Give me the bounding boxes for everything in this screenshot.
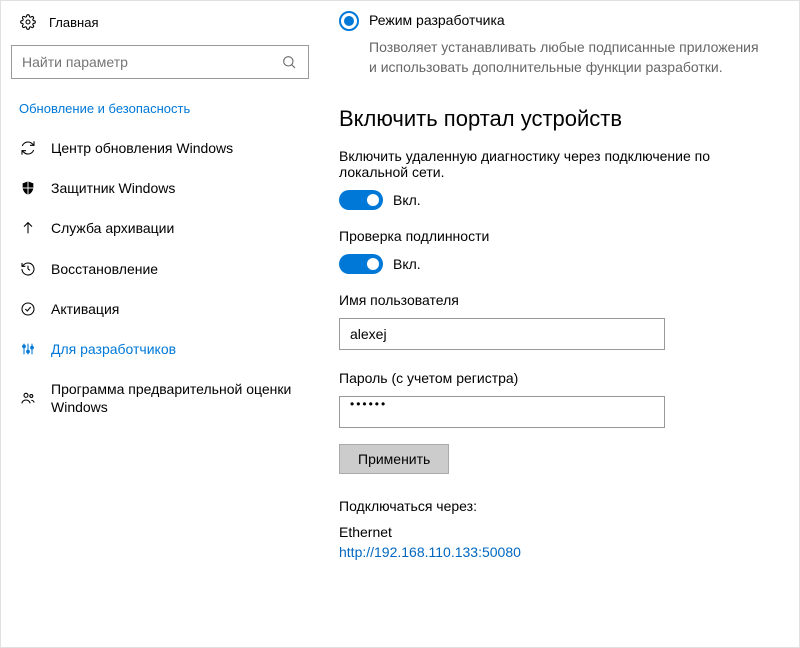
sidebar-item-label: Служба архивации xyxy=(51,219,174,237)
toggle-state-label: Вкл. xyxy=(393,192,421,208)
connection-url[interactable]: http://192.168.110.133:50080 xyxy=(339,544,767,560)
gear-icon xyxy=(19,13,37,31)
sidebar-item-label: Защитник Windows xyxy=(51,179,175,197)
search-box[interactable] xyxy=(11,45,309,79)
username-input[interactable] xyxy=(339,318,665,350)
arrow-up-icon xyxy=(19,219,37,237)
section-title: Обновление и безопасность xyxy=(19,101,309,116)
sidebar-item-label: Центр обновления Windows xyxy=(51,139,233,157)
sidebar-item-update[interactable]: Центр обновления Windows xyxy=(11,128,309,168)
apply-button[interactable]: Применить xyxy=(339,444,449,474)
history-icon xyxy=(19,260,37,278)
auth-toggle[interactable] xyxy=(339,254,383,274)
sidebar-item-insider[interactable]: Программа предварительной оценки Windows xyxy=(11,369,309,427)
username-label: Имя пользователя xyxy=(339,292,767,308)
sidebar-item-activation[interactable]: Активация xyxy=(11,289,309,329)
auth-label: Проверка подлинности xyxy=(339,228,767,244)
sidebar-item-developers[interactable]: Для разработчиков xyxy=(11,329,309,369)
sidebar-item-label: Восстановление xyxy=(51,260,158,278)
remote-diag-label: Включить удаленную диагностику через под… xyxy=(339,148,767,180)
sync-icon xyxy=(19,139,37,157)
content-pane: Режим разработчика Позволяет устанавлива… xyxy=(319,1,799,647)
password-label: Пароль (с учетом регистра) xyxy=(339,370,767,386)
sidebar-item-label: Для разработчиков xyxy=(51,340,176,358)
radio-label: Режим разработчика xyxy=(369,11,505,28)
connection-name: Ethernet xyxy=(339,524,767,540)
sidebar-item-defender[interactable]: Защитник Windows xyxy=(11,168,309,208)
sidebar-item-label: Активация xyxy=(51,300,119,318)
search-icon xyxy=(280,53,298,71)
search-input[interactable] xyxy=(22,54,280,70)
password-input[interactable]: •••••• xyxy=(339,396,665,428)
developer-mode-radio[interactable]: Режим разработчика xyxy=(339,11,767,31)
sidebar-item-backup[interactable]: Служба архивации xyxy=(11,208,309,248)
developer-icon xyxy=(19,340,37,358)
check-circle-icon xyxy=(19,300,37,318)
home-link[interactable]: Главная xyxy=(19,13,309,31)
sidebar-item-label: Программа предварительной оценки Windows xyxy=(51,380,301,416)
shield-icon xyxy=(19,179,37,197)
remote-diag-toggle[interactable] xyxy=(339,190,383,210)
settings-sidebar: Главная Обновление и безопасность Центр … xyxy=(1,1,319,647)
toggle-state-label: Вкл. xyxy=(393,256,421,272)
connect-via-label: Подключаться через: xyxy=(339,498,767,514)
radio-selected-icon xyxy=(339,11,359,31)
device-portal-heading: Включить портал устройств xyxy=(339,106,767,132)
radio-description: Позволяет устанавливать любые подписанны… xyxy=(369,37,767,78)
sidebar-item-recovery[interactable]: Восстановление xyxy=(11,249,309,289)
people-icon xyxy=(19,389,37,407)
home-label: Главная xyxy=(49,15,98,30)
